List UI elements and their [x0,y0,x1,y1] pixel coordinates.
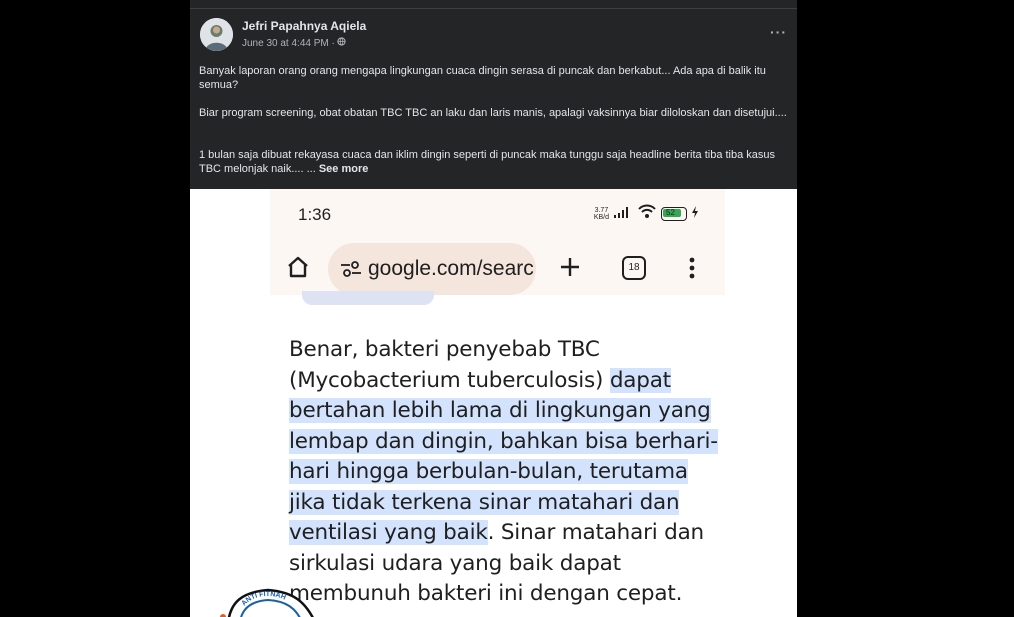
post-meta: June 30 at 4:44 PM · [242,37,346,49]
post-paragraph: 1 bulan saja dibuat rekayasa cuaca dan i… [199,148,791,176]
more-options-button[interactable]: ··· [770,24,787,40]
ai-answer-text: Benar, bakteri penyebab TBC (Mycobacteri… [289,337,718,606]
home-icon[interactable] [286,255,310,284]
address-bar[interactable]: google.com/search [328,243,536,295]
post-paragraph-text: 1 bulan saja dibuat rekayasa cuaca dan i… [199,149,776,175]
status-time: 1:36 [298,205,332,224]
see-more-link[interactable]: See more [319,163,369,175]
new-tab-icon[interactable] [558,255,582,284]
author-name[interactable]: Jefri Papahnya Aqiela [242,19,366,33]
avatar[interactable] [200,18,233,51]
globe-icon [337,37,346,49]
divider [190,8,797,9]
wifi-icon [637,203,657,224]
menu-icon[interactable] [688,256,696,285]
url-text[interactable]: google.com/search [368,257,534,281]
tab-switcher-button[interactable]: 18 [622,256,646,280]
browser-toolbar: google.com/search 18 [270,241,725,295]
search-result-content: Benar, bakteri penyebab TBC (Mycobacteri… [270,291,725,617]
timestamp[interactable]: June 30 at 4:44 PM · [242,38,335,49]
result-chip [302,291,434,305]
facebook-post: Jefri Papahnya Aqiela June 30 at 4:44 PM… [190,0,797,617]
post-paragraph: Banyak laporan orang orang mengapa lingk… [199,65,766,91]
battery-icon: 52 [661,206,687,221]
watermark-stamp: ANTI FITNAH [220,584,330,617]
post-paragraph: Biar program screening, obat obatan TBC … [199,107,787,119]
attached-image[interactable]: 1:36 3.77 KB/d 52 google.com/search 18 B… [190,189,797,617]
charging-icon [691,205,699,223]
phone-screenshot: 1:36 3.77 KB/d 52 google.com/search 18 B… [270,189,725,617]
highlighted-text: dapat bertahan lebih lama di lingkungan … [289,367,718,545]
site-settings-icon[interactable] [340,260,362,283]
signal-icon [613,205,633,223]
net-speed: 3.77 KB/d [593,206,609,221]
status-icons: 3.77 KB/d 52 [594,203,699,224]
